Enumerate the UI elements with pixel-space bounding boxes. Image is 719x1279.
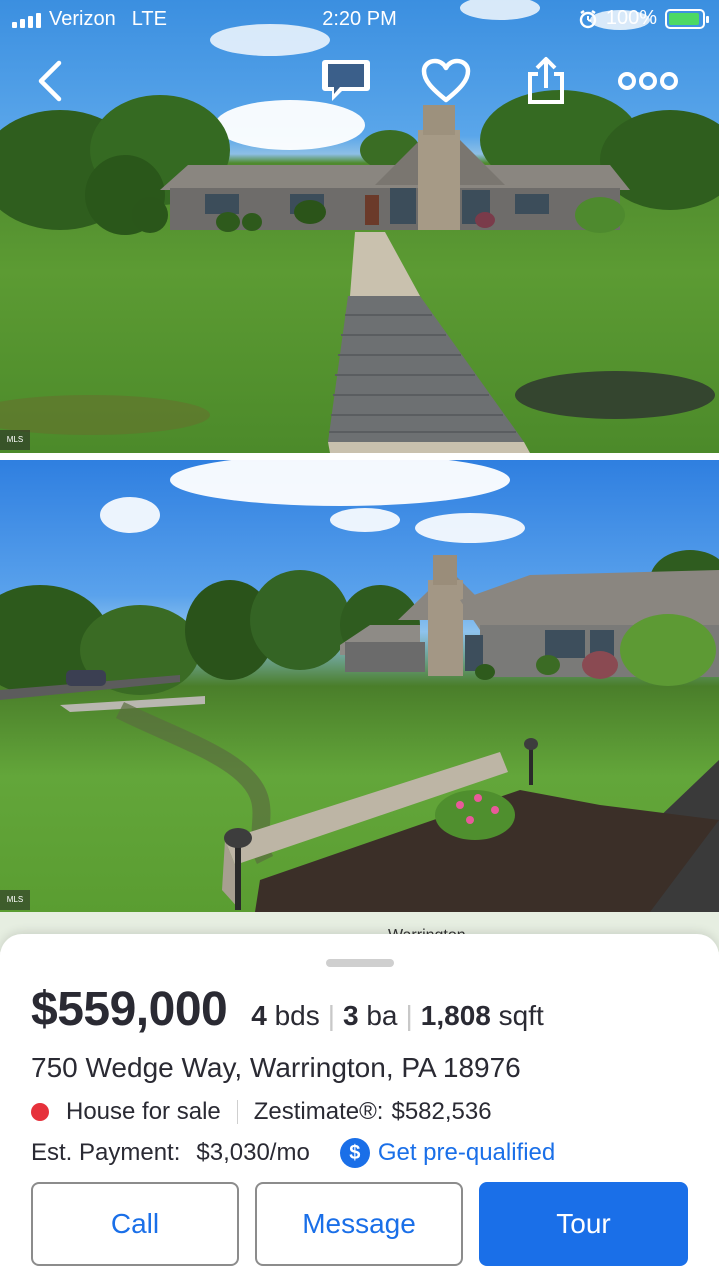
home-facts: 4 bds | 3 ba | 1,808 sqft [251, 1000, 544, 1032]
mls-badge: MLS [0, 890, 30, 910]
alarm-icon [579, 9, 597, 28]
more-button[interactable] [618, 55, 678, 107]
status-dot-icon [31, 1103, 49, 1121]
facts-separator: | [327, 1000, 335, 1031]
back-button[interactable] [24, 55, 76, 107]
listing-sheet: $559,000 4 bds | 3 ba | 1,808 sqft 750 W… [0, 934, 719, 1279]
mls-badge: MLS [0, 430, 30, 450]
listing-address: 750 Wedge Way, Warrington, PA 18976 [31, 1052, 521, 1083]
prequalify-label: Get pre-qualified [377, 1139, 556, 1166]
baths-unit: ba [366, 1000, 398, 1031]
payment-label: Est. Payment: [31, 1139, 181, 1166]
sqft-unit: sqft [498, 1000, 544, 1031]
baths-count: 3 [343, 1000, 359, 1031]
beds-unit: bds [274, 1000, 320, 1031]
share-button[interactable] [520, 55, 572, 107]
tour-button[interactable]: Tour [479, 1182, 688, 1266]
payment-value[interactable]: $3,030/mo [196, 1139, 309, 1167]
battery-percent: 100% [605, 7, 657, 29]
status-bar: Verizon LTE 2:20 PM 100% [0, 0, 719, 40]
message-button[interactable]: Message [255, 1182, 463, 1266]
beds-count: 4 [251, 1000, 267, 1031]
payment-row: Est. Payment: $3,030/mo $ Get pre-qualif… [31, 1138, 555, 1168]
facts-separator: | [405, 1000, 413, 1031]
chevron-left-icon [38, 60, 62, 102]
zestimate-label[interactable]: Zestimate®: [254, 1098, 384, 1126]
dollar-icon: $ [339, 1138, 370, 1168]
battery-icon [665, 8, 709, 29]
status-separator [236, 1100, 238, 1124]
listing-status: House for sale [66, 1098, 221, 1125]
house-side-illustration [0, 460, 719, 912]
prequalify-link[interactable]: $ Get pre-qualified [339, 1138, 556, 1168]
sheet-drag-handle[interactable] [326, 959, 394, 967]
comment-button[interactable] [320, 55, 372, 107]
status-row: House for sale Zestimate®: $582,536 [31, 1098, 492, 1126]
more-icon [618, 72, 678, 90]
speech-bubble-icon [322, 60, 370, 101]
price-row: $559,000 4 bds | 3 ba | 1,808 sqft [31, 982, 544, 1037]
save-button[interactable] [420, 55, 472, 107]
heart-icon [421, 58, 471, 103]
zestimate-value: $582,536 [391, 1098, 492, 1125]
share-icon [528, 57, 564, 104]
listing-price: $559,000 [31, 983, 228, 1036]
sqft-count: 1,808 [420, 1000, 491, 1031]
call-button[interactable]: Call [31, 1182, 239, 1266]
photo-divider [0, 453, 719, 460]
listing-photo-2[interactable]: MLS [0, 460, 719, 912]
